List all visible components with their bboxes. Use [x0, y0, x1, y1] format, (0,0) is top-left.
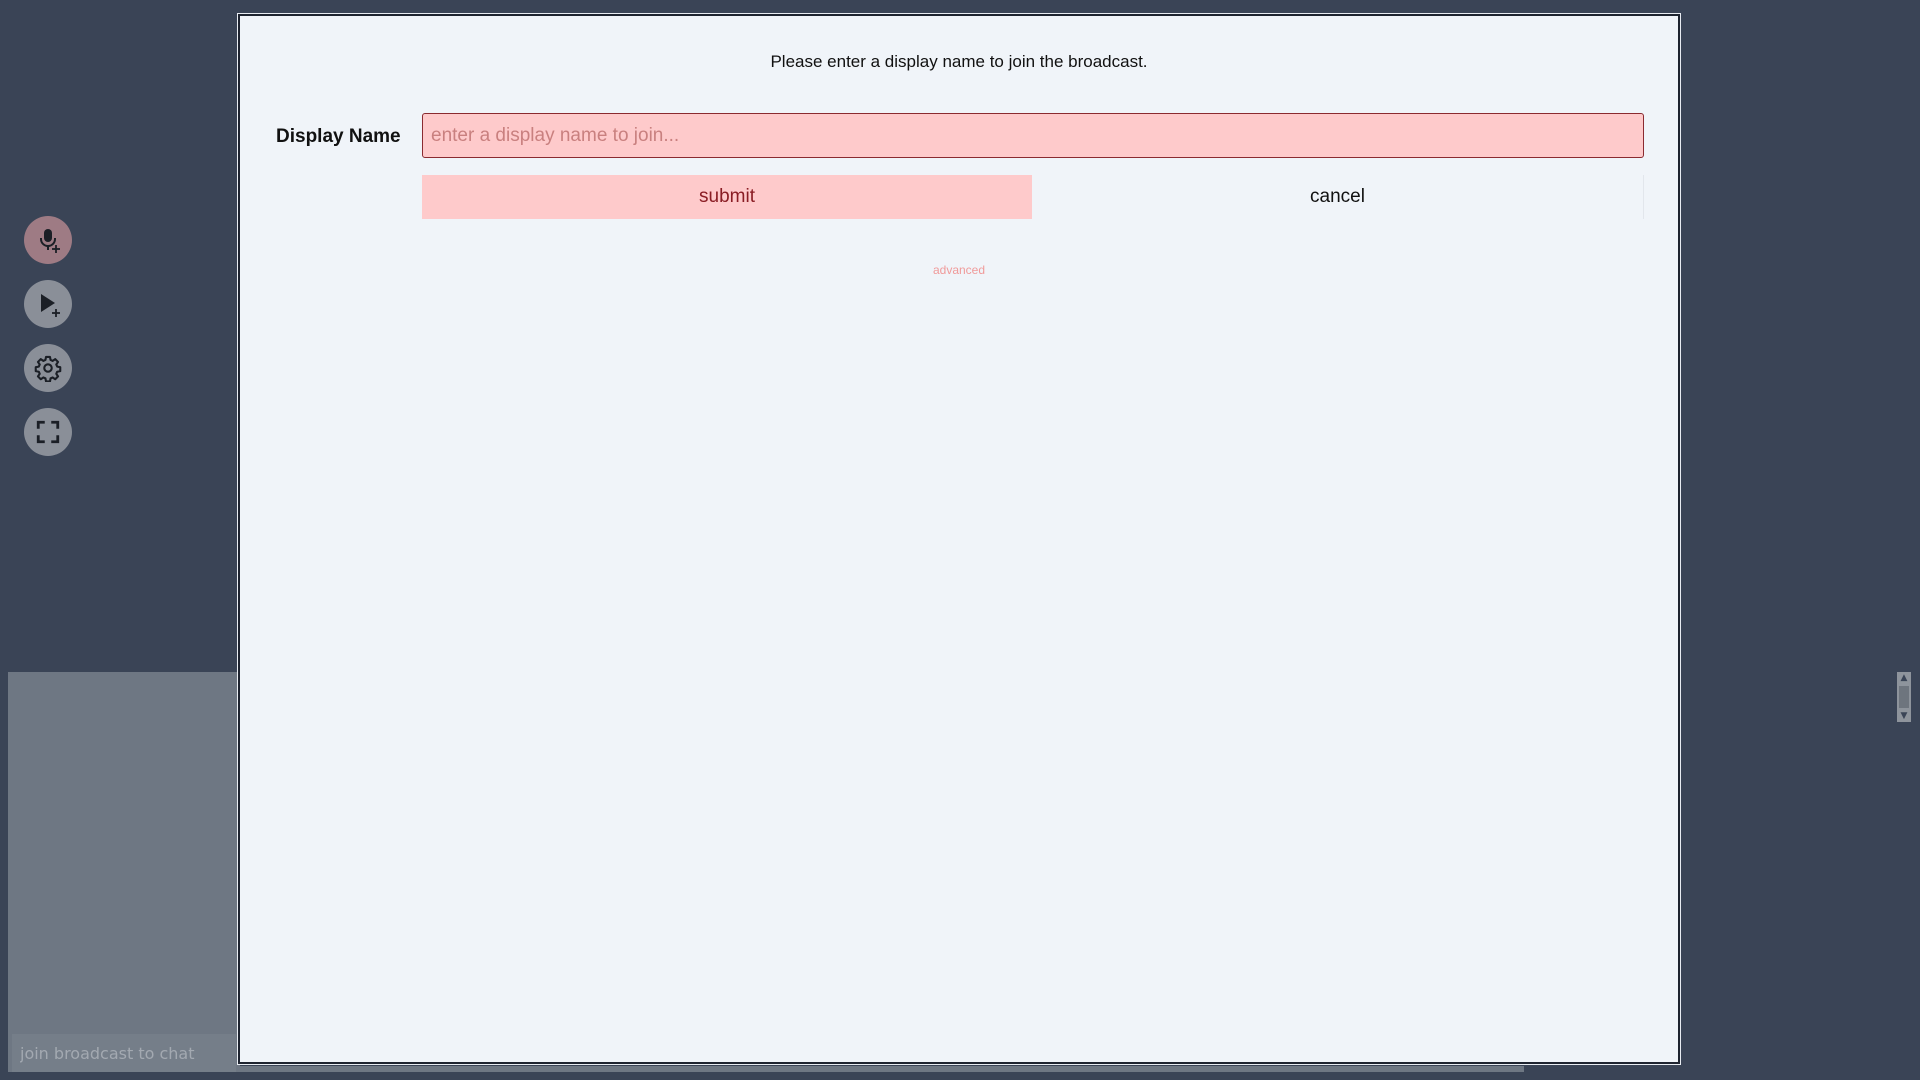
mic-add-button[interactable]: [24, 216, 72, 264]
submit-button[interactable]: submit: [422, 175, 1032, 219]
play-add-button[interactable]: [24, 280, 72, 328]
cancel-button[interactable]: cancel: [1032, 175, 1644, 219]
bottom-bar: [240, 1066, 1524, 1072]
settings-button[interactable]: [24, 344, 72, 392]
advanced-link[interactable]: advanced: [240, 263, 1678, 277]
play-add-icon: [41, 294, 60, 317]
fullscreen-icon: [36, 420, 60, 444]
gear-icon: [34, 355, 62, 382]
join-dialog: Please enter a display name to join the …: [238, 14, 1680, 1064]
scroll-down-icon[interactable]: ▼: [1897, 710, 1911, 722]
display-name-input[interactable]: [422, 113, 1644, 158]
chat-panel: [8, 672, 240, 1072]
fullscreen-button[interactable]: [24, 408, 72, 456]
display-name-label: Display Name: [276, 126, 401, 147]
mic-add-icon: [40, 229, 60, 253]
dialog-message: Please enter a display name to join the …: [770, 52, 1148, 71]
chat-input[interactable]: [12, 1034, 236, 1072]
scroll-up-icon[interactable]: ▲: [1897, 672, 1911, 684]
scrollbar[interactable]: ▲ ▼: [1897, 672, 1911, 722]
scrollbar-thumb[interactable]: [1899, 686, 1909, 708]
